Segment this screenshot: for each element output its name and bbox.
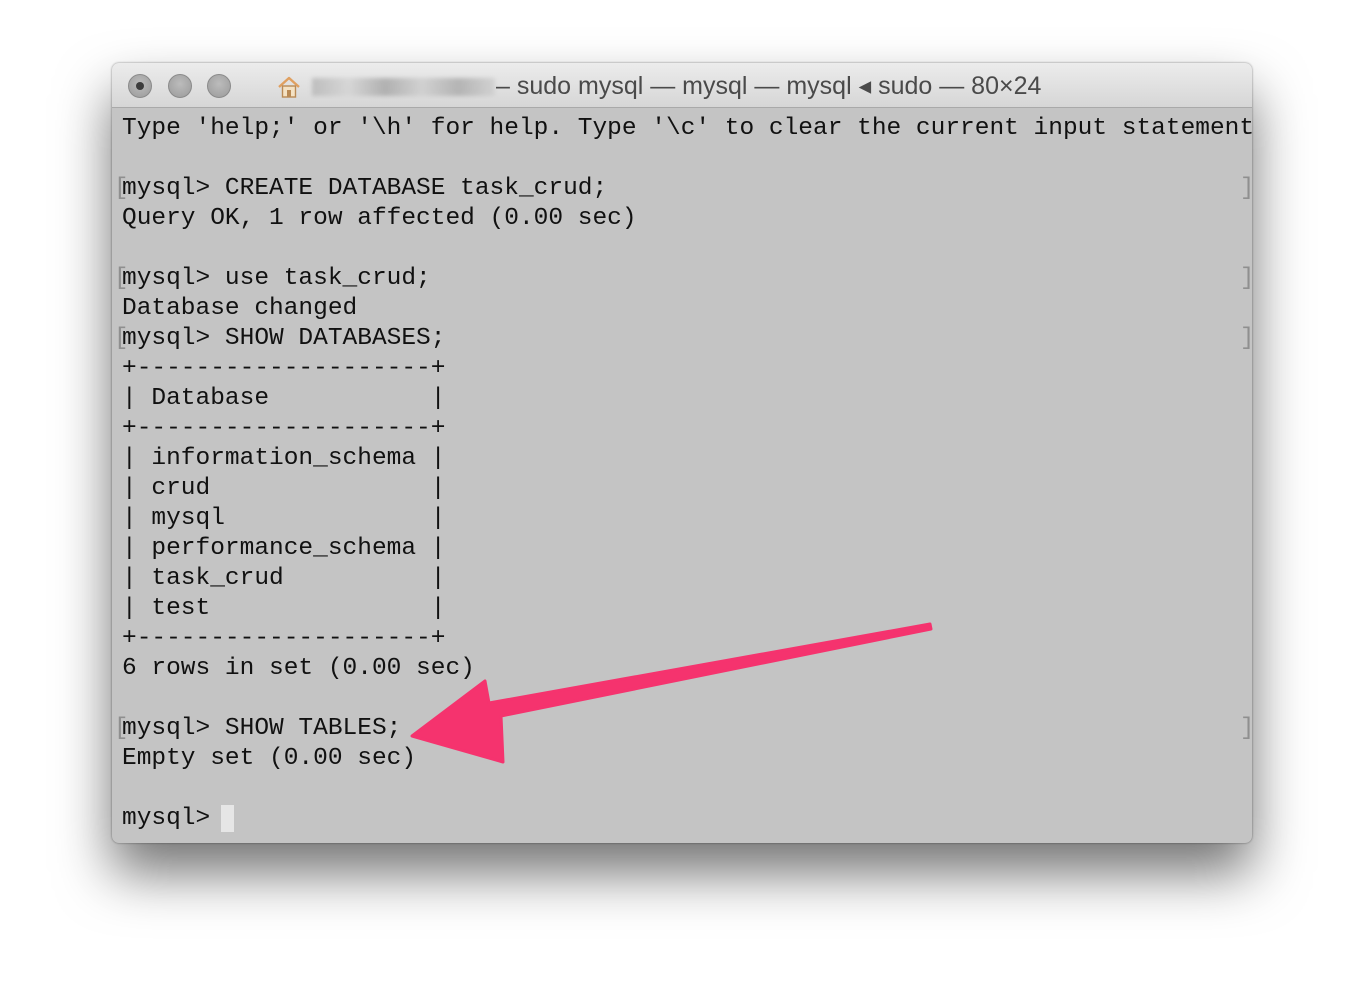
zoom-button[interactable] [207,74,231,98]
terminal-output[interactable]: Type 'help;' or '\h' for help. Type '\c'… [112,108,1252,843]
command-mark-close: ] [1240,174,1252,204]
terminal-line: Query OK, 1 row affected (0.00 sec) [122,205,637,232]
terminal-line: +--------------------+ [122,415,446,442]
home-icon [278,76,300,98]
terminal-window: – sudo mysql — mysql — mysql ◂ sudo — 80… [112,63,1252,843]
redacted-username [312,78,495,96]
command-mark-close: ] [1240,324,1252,354]
terminal-line: Empty set (0.00 sec) [122,745,417,772]
terminal-line: | performance_schema | [122,535,446,562]
terminal-line: | Database | [122,385,446,412]
terminal-line: mysql> SHOW TABLES; [122,715,402,742]
command-mark-close: ] [1240,264,1252,294]
terminal-prompt: mysql> [122,805,225,832]
terminal-line: +--------------------+ [122,625,446,652]
window-title: – sudo mysql — mysql — mysql ◂ sudo — 80… [496,72,1042,100]
text-cursor [221,805,234,832]
terminal-line: mysql> CREATE DATABASE task_crud; [122,175,608,202]
terminal-line: mysql> SHOW DATABASES; [122,325,446,352]
close-button[interactable] [128,74,152,98]
terminal-line: mysql> use task_crud; [122,265,431,292]
terminal-line: | information_schema | [122,445,446,472]
terminal-line: | crud | [122,475,446,502]
terminal-line: | test | [122,595,446,622]
terminal-line: Database changed [122,295,358,322]
terminal-line: +--------------------+ [122,355,446,382]
command-mark-close: ] [1240,714,1252,744]
terminal-line: 6 rows in set (0.00 sec) [122,655,475,682]
command-mark-open: [ [114,715,129,742]
terminal-line: | mysql | [122,505,446,532]
command-mark-open: [ [114,325,129,352]
terminal-line: | task_crud | [122,565,446,592]
command-mark-open: [ [114,265,129,292]
title-bar[interactable]: – sudo mysql — mysql — mysql ◂ sudo — 80… [112,63,1252,108]
command-mark-open: [ [114,175,129,202]
terminal-line: Type 'help;' or '\h' for help. Type '\c'… [122,115,1252,142]
minimize-button[interactable] [168,74,192,98]
